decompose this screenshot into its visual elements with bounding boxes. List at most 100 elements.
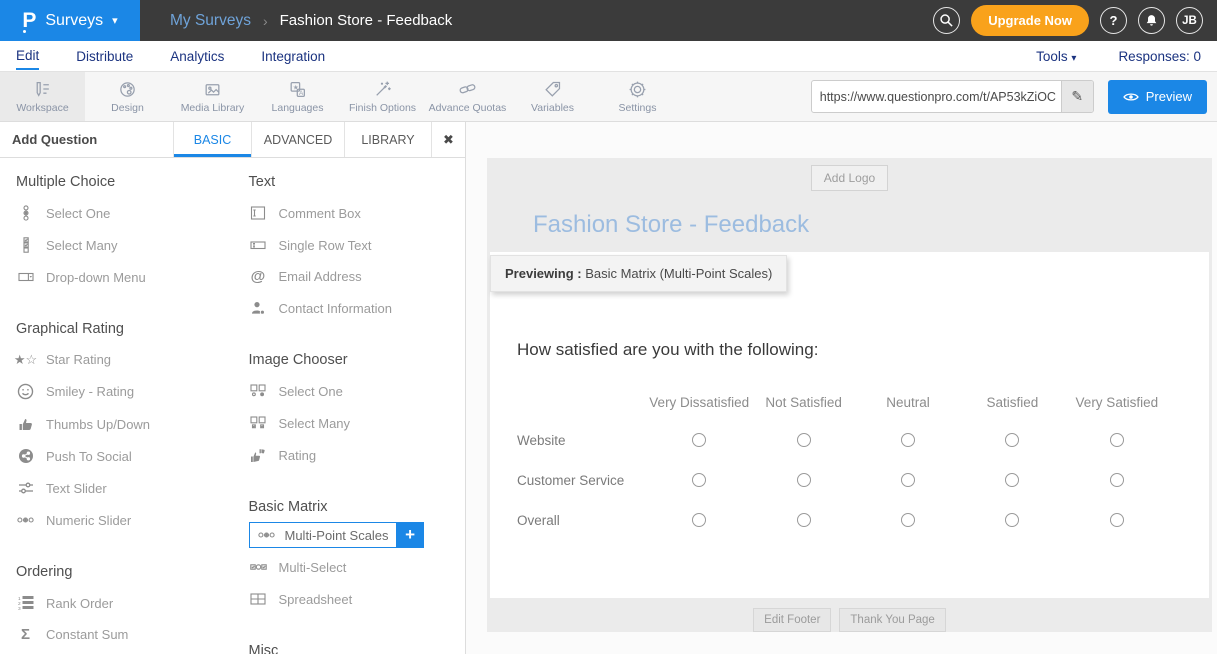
radio-button[interactable] [797, 513, 811, 527]
notifications-button[interactable] [1138, 7, 1165, 34]
question-type-column-1: Multiple Choice Select One Select Many D… [0, 158, 233, 654]
tab-analytics[interactable]: Analytics [170, 43, 224, 69]
toolbar-finish-options[interactable]: Finish Options [340, 72, 425, 121]
toolbar-workspace[interactable]: Workspace [0, 72, 85, 121]
radio-button[interactable] [1110, 473, 1124, 487]
question-type-label: Multi-Select [279, 560, 347, 575]
edit-url-button[interactable]: ✎ [1061, 81, 1093, 112]
section-basic-matrix: Basic Matrix [249, 499, 456, 515]
help-button[interactable]: ? [1100, 7, 1127, 34]
survey-url-field[interactable]: https://www.questionpro.com/t/AP53kZiOC … [811, 80, 1094, 113]
question-type-column-2: Text Comment Box Single Row Text @ Email… [233, 158, 466, 654]
question-type-image-select-many[interactable]: Select Many [249, 407, 456, 439]
radio-button[interactable] [1110, 433, 1124, 447]
question-type-contact-information[interactable]: Contact Information [249, 292, 456, 324]
toolbar-advance-quotas[interactable]: Advance Quotas [425, 72, 510, 121]
question-type-label: Text Slider [46, 481, 107, 496]
tab-integration[interactable]: Integration [261, 43, 325, 69]
preview-button[interactable]: Preview [1108, 80, 1207, 114]
question-type-image-select-one[interactable]: Select One [249, 375, 456, 407]
radio-button[interactable] [1005, 433, 1019, 447]
thank-you-page-button[interactable]: Thank You Page [839, 608, 945, 632]
question-type-constant-sum[interactable]: Σ Constant Sum [16, 619, 223, 650]
toolbar-design[interactable]: Design [85, 72, 170, 121]
radio-button[interactable] [692, 433, 706, 447]
breadcrumb-my-surveys[interactable]: My Surveys [170, 12, 251, 30]
close-panel-button[interactable]: ✖ [431, 122, 465, 157]
question-type-thumbs-up-down[interactable]: Thumbs Up/Down [16, 408, 223, 440]
breadcrumb-separator-icon: › [263, 13, 268, 29]
search-button[interactable] [933, 7, 960, 34]
app-switcher[interactable]: P Surveys ▾ [0, 0, 140, 41]
question-type-label: Single Row Text [279, 238, 372, 253]
radio-button[interactable] [1005, 473, 1019, 487]
question-type-multi-select[interactable]: Multi-Select [249, 551, 456, 583]
selected-question-type[interactable]: Multi-Point Scales [249, 522, 397, 548]
toolbar-label: Settings [619, 102, 657, 114]
upgrade-now-button[interactable]: Upgrade Now [971, 5, 1089, 36]
add-question-button[interactable]: + [397, 522, 424, 548]
tab-library[interactable]: LIBRARY [344, 122, 431, 157]
question-type-drop-down-menu[interactable]: Drop-down Menu [16, 261, 223, 293]
question-type-comment-box[interactable]: Comment Box [249, 197, 456, 229]
tab-basic[interactable]: BASIC [173, 122, 251, 157]
question-type-star-rating[interactable]: ★☆ Star Rating [16, 344, 223, 375]
survey-link-group: https://www.questionpro.com/t/AP53kZiOC … [811, 72, 1217, 121]
question-type-single-row-text[interactable]: Single Row Text [249, 229, 456, 261]
question-type-label: Email Address [279, 269, 362, 284]
question-type-label: Smiley - Rating [46, 384, 134, 399]
question-type-email-address[interactable]: @ Email Address [249, 261, 456, 292]
close-icon: ✖ [443, 132, 454, 148]
radio-button[interactable] [692, 513, 706, 527]
logo-row: Add Logo [487, 158, 1212, 191]
question-type-label: Rating [279, 448, 317, 463]
chain-links-icon [458, 80, 477, 99]
question-type-text-slider[interactable]: Text Slider [16, 472, 223, 504]
question-type-numeric-slider[interactable]: Numeric Slider [16, 504, 223, 536]
tab-edit[interactable]: Edit [16, 42, 39, 70]
question-type-select-many[interactable]: Select Many [16, 229, 223, 261]
toolbar-label: Languages [272, 102, 324, 114]
search-icon [939, 13, 954, 28]
avatar[interactable]: JB [1176, 7, 1203, 34]
tools-menu[interactable]: Tools ▾ [1036, 49, 1076, 64]
matrix-row-website: Website [517, 420, 1169, 460]
grid-icon [249, 591, 268, 607]
radio-button[interactable] [797, 433, 811, 447]
survey-card: Add Logo Fashion Store - Feedback Previe… [487, 158, 1212, 632]
section-multiple-choice: Multiple Choice [16, 174, 223, 190]
numbered-list-icon: 123 [16, 595, 35, 611]
question-type-smiley-rating[interactable]: Smiley - Rating [16, 375, 223, 408]
responses-count[interactable]: Responses: 0 [1118, 49, 1201, 64]
survey-url-value[interactable]: https://www.questionpro.com/t/AP53kZiOC [812, 81, 1061, 112]
toolbar-settings[interactable]: Settings [595, 72, 680, 121]
sigma-icon: Σ [16, 627, 35, 642]
question-type-drag-and-drop[interactable]: Drag and Drop [16, 650, 223, 654]
radio-button[interactable] [901, 473, 915, 487]
question-type-image-rating[interactable]: Rating [249, 439, 456, 471]
toolbar-media-library[interactable]: Media Library [170, 72, 255, 121]
question-type-push-to-social[interactable]: Push To Social [16, 440, 223, 472]
matrix-column-header: Satisfied [960, 395, 1064, 410]
radio-button[interactable] [692, 473, 706, 487]
scale-points-icon [257, 527, 276, 543]
radio-button[interactable] [1005, 513, 1019, 527]
tab-advanced[interactable]: ADVANCED [251, 122, 344, 157]
radio-button[interactable] [901, 513, 915, 527]
add-question-header: Add Question BASIC ADVANCED LIBRARY ✖ [0, 122, 465, 158]
toolbar-languages[interactable]: ★A Languages [255, 72, 340, 121]
matrix-row-overall: Overall [517, 500, 1169, 540]
section-graphical-rating: Graphical Rating [16, 321, 223, 337]
radio-button[interactable] [901, 433, 915, 447]
radio-button[interactable] [797, 473, 811, 487]
add-logo-button[interactable]: Add Logo [811, 165, 888, 191]
question-type-spreadsheet[interactable]: Spreadsheet [249, 583, 456, 615]
navbar-right: Tools ▾ Responses: 0 [1036, 49, 1201, 64]
question-type-rank-order[interactable]: 123 Rank Order [16, 587, 223, 619]
toolbar-variables[interactable]: Variables [510, 72, 595, 121]
question-type-select-one[interactable]: Select One [16, 197, 223, 229]
edit-footer-button[interactable]: Edit Footer [753, 608, 831, 632]
question-type-multi-point-scales[interactable]: Multi-Point Scales + [249, 522, 456, 548]
radio-button[interactable] [1110, 513, 1124, 527]
tab-distribute[interactable]: Distribute [76, 43, 133, 69]
